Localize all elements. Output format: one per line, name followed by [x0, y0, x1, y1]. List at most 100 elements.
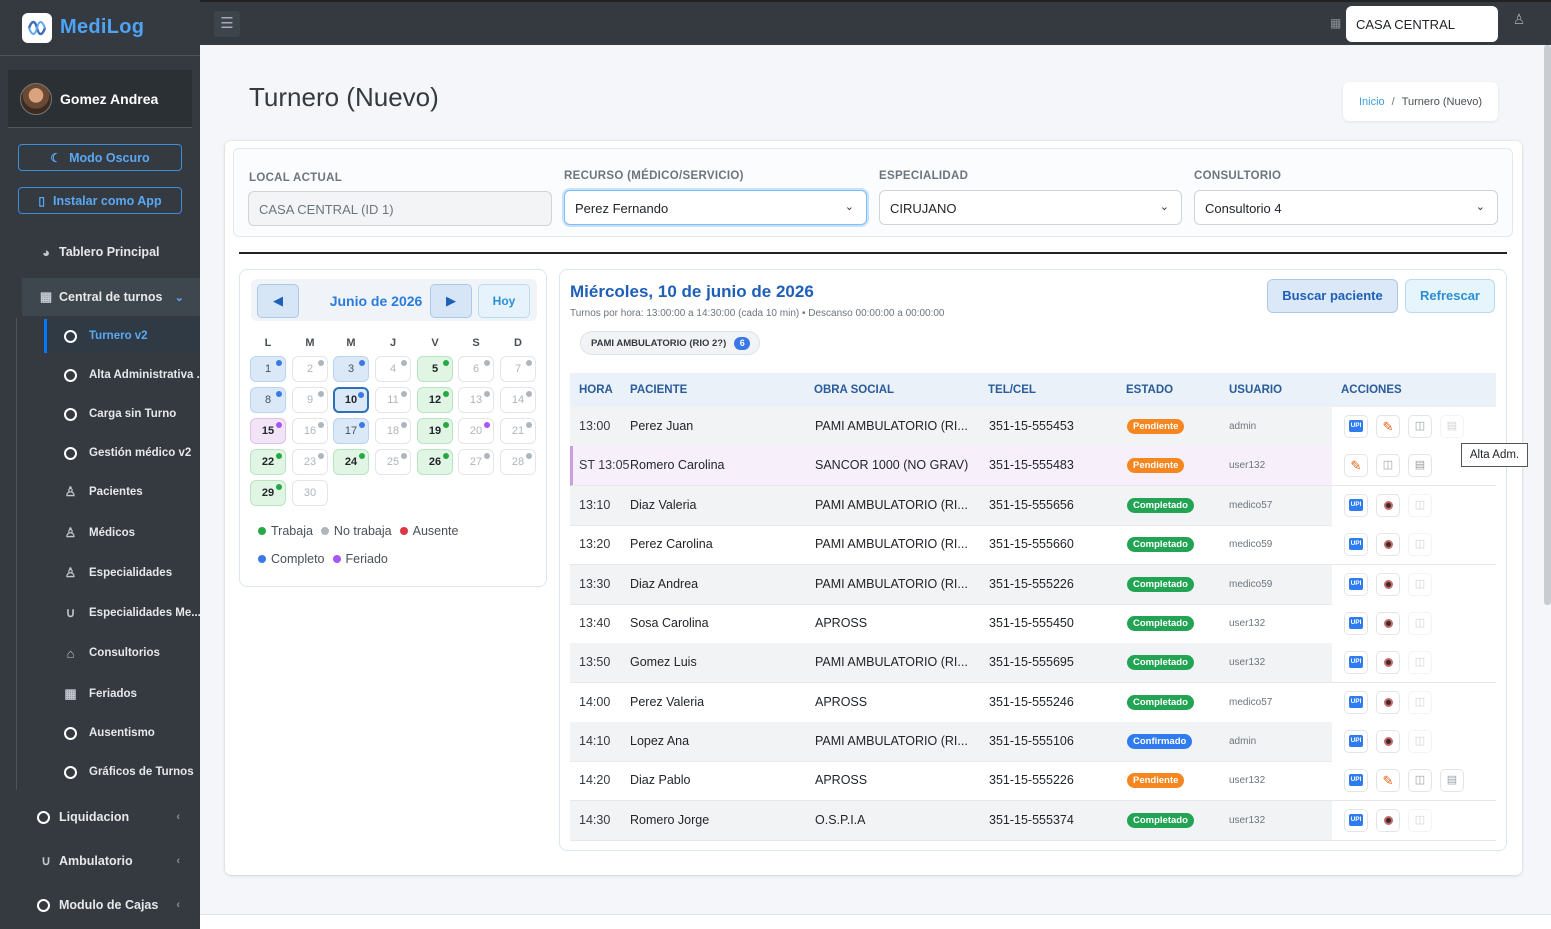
upi-button[interactable]: UPI [1344, 691, 1368, 714]
sidebar-item-gestion-medico[interactable]: Gestión médico v2 [44, 436, 200, 470]
calendar-day[interactable]: 30 [292, 480, 328, 506]
calendar-day[interactable]: 2 [292, 356, 328, 382]
delete-button[interactable]: ◫ [1408, 533, 1432, 556]
calendar-day[interactable]: 15 [250, 418, 286, 444]
location-selector[interactable]: CASA CENTRAL [1346, 6, 1498, 42]
sidebar-item-especialidades-medicos[interactable]: ∪ Especialidades Me... [44, 596, 200, 630]
calendar-day[interactable]: 28 [500, 449, 536, 475]
view-button[interactable] [1376, 691, 1400, 714]
calendar-day[interactable]: 23 [292, 449, 328, 475]
edit-button[interactable]: ✎ [1376, 769, 1400, 792]
table-row[interactable]: 13:30 Diaz Andrea PAMI AMBULATORIO (RI... 3… [570, 565, 1496, 605]
alta-adm-button[interactable]: ▤ [1440, 415, 1464, 438]
nav-item-tablero[interactable]: ◕ Tablero Principal [0, 233, 200, 271]
delete-button[interactable]: ◫ [1376, 454, 1400, 477]
calendar-day[interactable]: 16 [292, 418, 328, 444]
next-month-button[interactable]: ▶ [430, 284, 472, 318]
delete-button[interactable]: ◫ [1408, 494, 1432, 517]
upi-button[interactable]: UPI [1344, 415, 1368, 438]
view-button[interactable] [1376, 494, 1400, 517]
view-button[interactable] [1376, 730, 1400, 753]
prev-month-button[interactable]: ◀ [257, 284, 299, 318]
search-patient-button[interactable]: Buscar paciente [1267, 279, 1398, 313]
delete-button[interactable]: ◫ [1408, 651, 1432, 674]
sidebar-item-especialidades[interactable]: ♙ Especialidades [44, 556, 200, 590]
calendar-day[interactable]: 29 [250, 480, 286, 506]
delete-button[interactable]: ◫ [1408, 769, 1432, 792]
upi-button[interactable]: UPI [1344, 494, 1368, 517]
calendar-day[interactable]: 1 [250, 356, 286, 382]
calendar-day[interactable]: 26 [417, 449, 453, 475]
calendar-day[interactable]: 20 [458, 418, 494, 444]
calendar-day[interactable]: 22 [250, 449, 286, 475]
upi-button[interactable]: UPI [1344, 730, 1368, 753]
table-row[interactable]: 13:20 Perez Carolina PAMI AMBULATORIO (RI.… [570, 525, 1496, 565]
nav-item-modulo-cajas[interactable]: Modulo de Cajas ‹ [0, 886, 200, 924]
upi-button[interactable]: UPI [1344, 533, 1368, 556]
user-panel[interactable]: Gomez Andrea [8, 70, 192, 128]
hamburger-menu-icon[interactable]: ☰ [214, 11, 240, 37]
nav-item-central-turnos[interactable]: ▦ Central de turnos ⌄ [22, 278, 200, 316]
calendar-day[interactable]: 19 [417, 418, 453, 444]
calendar-day[interactable]: 24 [333, 449, 369, 475]
calendar-day[interactable]: 4 [375, 356, 411, 382]
sidebar-item-pacientes[interactable]: ♙ Pacientes [44, 475, 200, 509]
upi-button[interactable]: UPI [1344, 651, 1368, 674]
calendar-day[interactable]: 17 [333, 418, 369, 444]
today-button[interactable]: Hoy [478, 284, 530, 318]
table-row[interactable]: 14:00 Perez Valeria APROSS 351-15-555246 Com… [570, 683, 1496, 723]
calendar-day[interactable]: 13 [458, 387, 494, 413]
table-row[interactable]: 13:10 Diaz Valeria PAMI AMBULATORIO (RI...… [570, 486, 1496, 526]
upi-button[interactable]: UPI [1344, 769, 1368, 792]
view-button[interactable] [1376, 809, 1400, 832]
sidebar-item-ausentismo[interactable]: Ausentismo [44, 716, 200, 750]
view-button[interactable] [1376, 573, 1400, 596]
view-button[interactable] [1376, 533, 1400, 556]
table-row[interactable]: ST 13:05 Romero Carolina SANCOR 1000 (NO G… [570, 446, 1496, 486]
table-row[interactable]: 14:30 Romero Jorge O.S.P.I.A 351-15-555374 C… [570, 801, 1496, 841]
upi-button[interactable]: UPI [1344, 573, 1368, 596]
table-row[interactable]: 14:10 Lopez Ana PAMI AMBULATORIO (RI... 351… [570, 722, 1496, 762]
sidebar-item-carga-sin-turno[interactable]: Carga sin Turno [44, 397, 200, 431]
alta-adm-button[interactable]: ▤ [1440, 769, 1464, 792]
upi-button[interactable]: UPI [1344, 809, 1368, 832]
calendar-day[interactable]: 6 [458, 356, 494, 382]
dark-mode-button[interactable]: ☾ Modo Oscuro [18, 144, 182, 171]
calendar-day[interactable]: 5 [417, 356, 453, 382]
sidebar-item-alta-administrativa[interactable]: Alta Administrativa ... [44, 358, 200, 392]
scrollbar[interactable] [1544, 45, 1551, 605]
sidebar-item-graficos-turnos[interactable]: Gráficos de Turnos [44, 755, 200, 789]
calendar-day[interactable]: 9 [292, 387, 328, 413]
delete-button[interactable]: ◫ [1408, 415, 1432, 438]
calendar-day[interactable]: 8 [250, 387, 286, 413]
sidebar-item-turnero-v2[interactable]: Turnero v2 [44, 319, 200, 353]
table-row[interactable]: 13:50 Gomez Luis PAMI AMBULATORIO (RI... 35… [570, 643, 1496, 683]
view-button[interactable] [1376, 651, 1400, 674]
calendar-day[interactable]: 21 [500, 418, 536, 444]
table-row[interactable]: 13:40 Sosa Carolina APROSS 351-15-555450 Com… [570, 604, 1496, 644]
upi-button[interactable]: UPI [1344, 612, 1368, 635]
delete-button[interactable]: ◫ [1408, 691, 1432, 714]
calendar-day[interactable]: 14 [500, 387, 536, 413]
brand[interactable]: MediLog [0, 0, 200, 56]
table-row[interactable]: 13:00 Perez Juan PAMI AMBULATORIO (RI... 35… [570, 407, 1496, 447]
calendar-day[interactable]: 27 [458, 449, 494, 475]
alta-adm-button[interactable]: ▤ [1408, 454, 1432, 477]
calendar-day[interactable]: 3 [333, 356, 369, 382]
calendar-day[interactable]: 11 [375, 387, 411, 413]
consultorio-select[interactable]: Consultorio 4 ⌄ [1194, 190, 1498, 225]
edit-button[interactable]: ✎ [1344, 454, 1368, 477]
sidebar-item-feriados[interactable]: ▦ Feriados [44, 677, 200, 711]
user-settings-icon[interactable]: ♙ [1508, 11, 1530, 33]
nav-item-ambulatorio[interactable]: ∪ Ambulatorio ‹ [0, 842, 200, 880]
install-app-button[interactable]: ▯ Instalar como App [18, 187, 182, 214]
sidebar-item-consultorios[interactable]: ⌂ Consultorios [44, 636, 200, 670]
sidebar-item-medicos[interactable]: ♙ Médicos [44, 516, 200, 550]
delete-button[interactable]: ◫ [1408, 612, 1432, 635]
view-button[interactable] [1376, 612, 1400, 635]
calendar-day[interactable]: 7 [500, 356, 536, 382]
calendar-day[interactable]: 25 [375, 449, 411, 475]
table-row[interactable]: 14:20 Diaz Pablo APROSS 351-15-555226 Pendie… [570, 761, 1496, 801]
nav-item-liquidacion[interactable]: Liquidacion ‹ [0, 798, 200, 836]
breadcrumb-home-link[interactable]: Inicio [1359, 96, 1385, 108]
